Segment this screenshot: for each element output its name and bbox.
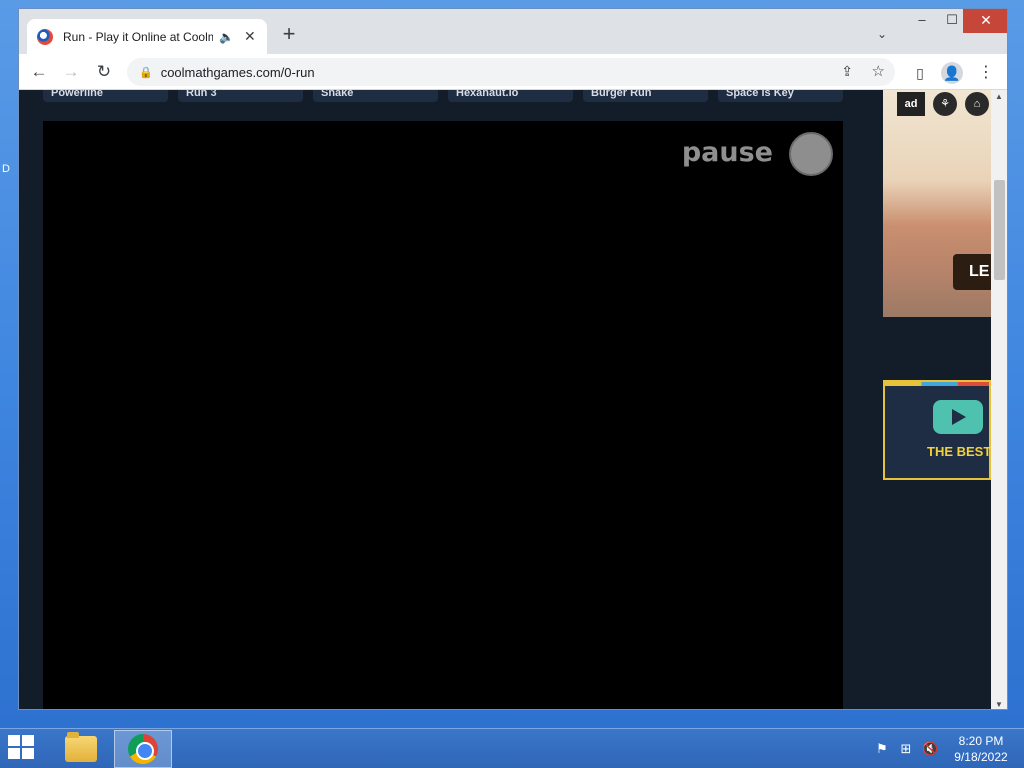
profile-avatar-icon[interactable]: 👤 (941, 62, 963, 84)
ad-color-stripe (885, 382, 989, 386)
windows-logo-icon (22, 748, 34, 759)
reload-button[interactable]: ↻ (92, 60, 116, 84)
page-scrollbar[interactable]: ▲ ▼ (991, 90, 1007, 709)
tab-strip: Run - Play it Online at Coolmath Games 🔈… (19, 9, 1007, 54)
pause-label[interactable]: pause (682, 137, 773, 168)
back-button[interactable]: ← (27, 60, 51, 84)
side-panel-icon[interactable]: ▯ (909, 62, 931, 84)
game-thumbnail[interactable]: Run 3 (178, 90, 303, 102)
address-bar[interactable]: 🔒 coolmathgames.com/0-run ⇪ ☆ (127, 58, 895, 86)
browser-toolbar: ← → ↻ 🔒 coolmathgames.com/0-run ⇪ ☆ ▯ 👤 … (19, 54, 1007, 90)
taskbar-file-explorer[interactable] (52, 730, 110, 768)
start-button[interactable] (8, 735, 38, 763)
ad-logos: ad ⚘ ⌂ (897, 92, 989, 116)
park-logo-icon: ⌂ (965, 92, 989, 116)
tab-title: Run - Play it Online at Coolmath Games (63, 29, 213, 44)
game-thumbnail[interactable]: Powerline (43, 90, 168, 102)
windows-logo-icon (22, 735, 34, 746)
action-center-flag-icon[interactable]: ⚑ (874, 741, 890, 757)
chrome-icon (128, 734, 158, 764)
game-thumbnail[interactable]: Snake (313, 90, 438, 102)
ad-learn-button[interactable]: LE (953, 254, 991, 290)
taskbar: ⚑ ⊞ 🔇 8:20 PM 9/18/2022 (0, 728, 1024, 768)
pause-button[interactable] (789, 132, 833, 176)
tab-close-button[interactable]: ✕ (244, 28, 256, 45)
clock-date: 9/18/2022 (954, 750, 1008, 764)
play-icon[interactable] (933, 400, 983, 434)
forest-service-logo-icon: ⚘ (933, 92, 957, 116)
tab-search-button[interactable]: ⌄ (877, 27, 887, 41)
clock-time: 8:20 PM (958, 734, 1004, 748)
browser-window: Run - Play it Online at Coolmath Games 🔈… (18, 8, 1008, 710)
coolmath-favicon-icon (37, 28, 53, 45)
windows-logo-icon (8, 735, 20, 746)
volume-muted-icon[interactable]: 🔇 (922, 741, 938, 757)
tab-run[interactable]: Run - Play it Online at Coolmath Games 🔈… (27, 19, 267, 54)
ad-banner-bottom[interactable]: THE BEST (883, 380, 991, 480)
speaker-icon[interactable]: 🔈 (219, 30, 234, 44)
folder-icon (65, 732, 97, 762)
game-thumbnail[interactable]: Space is Key (718, 90, 843, 102)
bookmark-star-icon[interactable]: ☆ (872, 62, 885, 80)
game-thumbnail[interactable]: Hexanaut.io (448, 90, 573, 102)
menu-icon[interactable]: ⋮ (975, 62, 997, 84)
new-tab-button[interactable]: + (277, 23, 301, 47)
game-thumbnail[interactable]: Burger Run (583, 90, 708, 102)
scroll-down-arrow-icon[interactable]: ▼ (995, 700, 1003, 709)
share-icon[interactable]: ⇪ (841, 63, 853, 80)
windows-logo-icon (8, 748, 20, 759)
desktop-edge-text: D (2, 163, 10, 175)
game-canvas[interactable]: pause (43, 121, 843, 709)
forward-button[interactable]: → (59, 60, 83, 84)
close-window-button[interactable]: ✕ (963, 9, 1007, 33)
network-icon[interactable]: ⊞ (898, 741, 914, 757)
scroll-up-arrow-icon[interactable]: ▲ (995, 92, 1003, 101)
lock-icon[interactable]: 🔒 (139, 66, 153, 79)
ad-bottom-text: THE BEST (927, 444, 991, 459)
system-clock[interactable]: 8:20 PM 9/18/2022 (946, 733, 1016, 765)
minimize-button[interactable]: – (907, 9, 937, 33)
taskbar-chrome[interactable] (114, 730, 172, 768)
ad-council-logo: ad (897, 92, 925, 116)
scrollbar-thumb[interactable] (994, 180, 1005, 280)
url-text[interactable]: coolmathgames.com/0-run (161, 65, 315, 80)
game-thumbnail-strip: Powerline Run 3 Snake Hexanaut.io Burger… (43, 90, 843, 102)
page-content: Powerline Run 3 Snake Hexanaut.io Burger… (19, 90, 991, 709)
ad-banner-top[interactable]: ad ⚘ ⌂ LE (883, 90, 991, 317)
